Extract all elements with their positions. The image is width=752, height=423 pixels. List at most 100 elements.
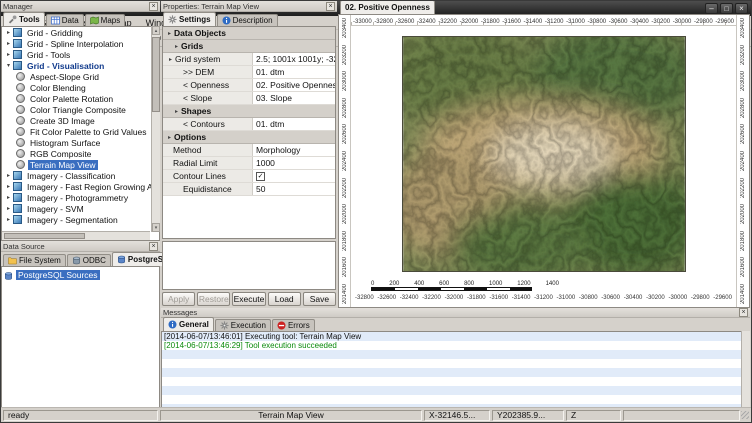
tab-description[interactable]: Description [217,14,278,26]
category-row[interactable]: Data Objects [163,27,335,40]
tree-item-library[interactable]: Imagery - Fast Region Growing Al [2,181,159,192]
parameter-row: Contour Lines [163,170,335,183]
parameter-row: >> DEM01. dtm [163,66,335,79]
tree-item-label: Imagery - Fast Region Growing Al [25,182,157,192]
tab-file-system[interactable]: File System [3,254,66,266]
parameter-value[interactable]: 50 [253,183,335,195]
category-row[interactable]: Grids [163,40,335,53]
execute-button[interactable]: Execute [232,292,265,306]
library-icon [13,182,22,191]
expander-icon[interactable] [4,62,13,69]
ruler-right: 2034002032002030002028002026002024002022… [736,15,749,307]
messages-close-button[interactable] [739,308,748,317]
terrain-map-image[interactable] [402,36,686,272]
parameter-value[interactable]: 1000 [253,157,335,169]
collapse-icon[interactable] [166,56,175,63]
tab-errors[interactable]: Errors [272,319,315,331]
collapse-icon[interactable] [165,30,174,37]
ruler-label: -32200 [422,295,441,301]
collapse-icon[interactable] [165,134,174,141]
properties-close-button[interactable] [326,2,335,11]
expander-icon[interactable] [4,194,13,201]
ruler-label: -32800 [374,19,393,25]
expander-icon[interactable] [4,51,13,58]
ruler-label: 203400 [740,18,746,38]
expander-icon[interactable] [4,29,13,36]
expander-icon[interactable] [4,183,13,190]
collapse-icon[interactable] [172,108,181,115]
tab-data[interactable]: Data [46,14,84,26]
category-row[interactable]: Options [163,131,335,144]
ruler-label: -31400 [512,295,531,301]
manager-tabbar: Tools Data Maps [1,12,160,26]
load-button[interactable]: Load [268,292,301,306]
tab-settings[interactable]: Settings [163,12,216,26]
tree-item-library[interactable]: Imagery - Segmentation [2,214,159,225]
tab-label: Maps [101,16,121,25]
category-row[interactable]: Shapes [163,105,335,118]
tree-item-tool[interactable]: Create 3D Image [2,115,159,126]
tab-label: General [179,320,209,329]
collapse-icon[interactable] [172,43,181,50]
postgresql-sources-item[interactable]: PostgreSQL Sources [4,269,157,281]
tree-item-tool[interactable]: Color Palette Rotation [2,93,159,104]
vertical-scrollbar[interactable]: ▴▾ [151,26,160,232]
tree-item-tool-selected[interactable]: Terrain Map View [2,159,159,170]
expander-icon[interactable] [4,40,13,47]
manager-close-button[interactable] [149,2,158,11]
expander-icon[interactable] [4,216,13,223]
parameter-label: Radial Limit [173,158,217,168]
tree-item-library[interactable]: Imagery - SVM [2,203,159,214]
tree-item-tool[interactable]: Color Triangle Composite [2,104,159,115]
ruler-label: -30000 [673,19,692,25]
ruler-label: 202000 [740,204,746,224]
scrollbar-track[interactable] [152,35,160,223]
tree-item-library[interactable]: Imagery - Classification [2,170,159,181]
expander-icon[interactable] [4,205,13,212]
map-canvas[interactable]: -33000-32800-32600-32400-32200-32000-318… [338,14,750,308]
tab-general[interactable]: General [163,317,214,331]
tab-maps[interactable]: Maps [85,14,126,26]
tree-item-library[interactable]: Grid - Visualisation [2,60,159,71]
tree-item-library[interactable]: Grid - Spline Interpolation [2,38,159,49]
expander-icon[interactable] [4,172,13,179]
apply-button[interactable]: Apply [162,292,195,306]
parameter-value[interactable]: 2.5; 1001x 1001y; -32500... [253,53,335,65]
gear-icon [220,321,229,330]
tab-odbc[interactable]: ODBC [67,254,111,266]
scrollbar-thumb[interactable] [4,233,85,239]
parameter-value[interactable]: 01. dtm [253,66,335,78]
tree-item-tool[interactable]: Color Blending [2,82,159,93]
parameter-value[interactable]: Morphology [253,144,335,156]
tree-item-label: Color Triangle Composite [28,105,128,115]
resize-grip[interactable] [741,411,749,419]
map-tab[interactable]: 02. Positive Openness [340,0,435,14]
parameter-value[interactable]: 01. dtm [253,118,335,130]
tree-item-library[interactable]: Grid - Gridding [2,27,159,38]
data-source-item-label: PostgreSQL Sources [16,270,100,280]
tree-item-library[interactable]: Imagery - Photogrammetry [2,192,159,203]
tab-execution[interactable]: Execution [215,319,271,331]
tree-item-tool[interactable]: Fit Color Palette to Grid Values [2,126,159,137]
scroll-up-icon[interactable]: ▴ [152,26,160,35]
restore-button[interactable]: Restore [197,292,230,306]
scroll-down-icon[interactable]: ▾ [152,223,160,232]
save-button[interactable]: Save [303,292,336,306]
tree-item-label: Imagery - Classification [25,171,117,181]
parameter-value[interactable]: 03. Slope [253,92,335,104]
horizontal-scrollbar[interactable] [2,231,150,240]
tree-item-tool[interactable]: Aspect-Slope Grid [2,71,159,82]
scrollbar-thumb[interactable] [152,37,160,112]
map-stage[interactable] [351,26,736,281]
contour-lines-checkbox[interactable] [256,172,265,181]
parameter-value[interactable]: 02. Positive Openness [253,79,335,91]
data-source-close-button[interactable] [149,242,158,251]
ruler-top: -33000-32800-32600-32400-32200-32000-318… [351,15,736,26]
tree-item-tool[interactable]: Histogram Surface [2,137,159,148]
tab-tools[interactable]: Tools [3,12,45,26]
data-source-tree: PostgreSQL Sources [1,266,160,422]
tree-item-library[interactable]: Grid - Tools [2,49,159,60]
tree-item-tool[interactable]: RGB Composite [2,148,159,159]
ruler-label: -30600 [609,19,628,25]
tree-item-label: Grid - Spline Interpolation [25,39,125,49]
